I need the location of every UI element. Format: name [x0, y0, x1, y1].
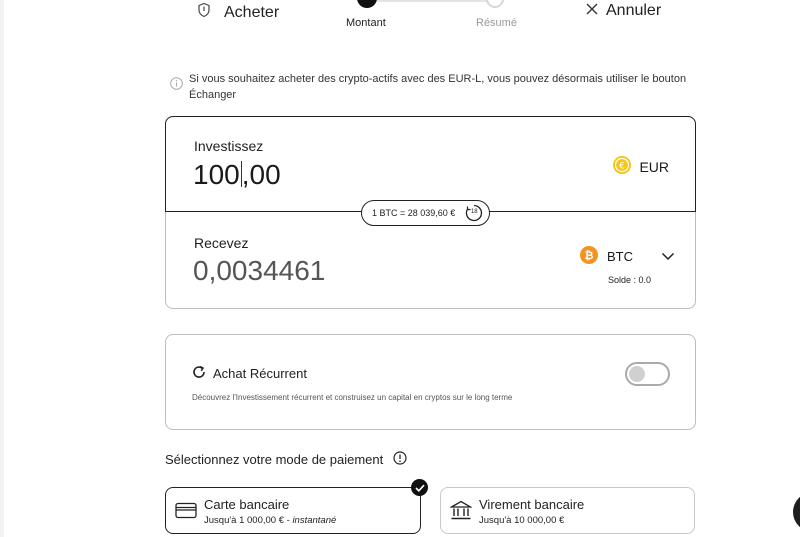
balance-text: Solde : 0.0 [608, 275, 652, 285]
eur-coin-icon: € [612, 155, 632, 178]
recurring-toggle[interactable] [625, 362, 670, 386]
payment-method-card[interactable]: Carte bancaire Jusqu'à 1 000,00 € - inst… [165, 487, 421, 534]
close-icon [586, 2, 598, 20]
receive-currency-selector[interactable]: ₿ BTC [579, 245, 633, 268]
recurring-title-label: Achat Récurrent [213, 366, 307, 381]
left-edge [0, 0, 4, 537]
step-dot-active [357, 0, 377, 8]
invest-amount-int: 100 [193, 159, 240, 190]
payment-method-bank-transfer[interactable]: Virement bancaire Jusqu'à 10 000,00 € [440, 487, 695, 534]
recurring-description: Découvrez l'Investissement récurrent et … [192, 393, 513, 402]
step-label-resume: Résumé [476, 17, 517, 29]
payment-card-limit: Jusqu'à 1 000,00 € - instantané [204, 515, 337, 526]
refresh-icon [192, 365, 206, 382]
cancel-label: Annuler [606, 2, 662, 19]
buy-header: Acheter [196, 2, 279, 23]
payment-card-name: Carte bancaire [204, 497, 290, 512]
bank-transfer-limit: Jusqu'à 10 000,00 € [479, 515, 565, 526]
shield-icon [196, 2, 212, 23]
buy-title: Acheter [224, 3, 280, 21]
toggle-knob [629, 366, 645, 382]
invest-amount-input[interactable]: 100,00 [193, 159, 281, 191]
invest-currency-label: EUR [639, 158, 669, 175]
alert-icon[interactable] [393, 451, 407, 468]
receive-currency-label: BTC [607, 249, 633, 264]
bank-transfer-name: Virement bancaire [479, 497, 585, 512]
receive-amount: 0,0034461 [193, 255, 326, 286]
step-dot-inactive [486, 0, 504, 8]
btc-coin-icon: ₿ [579, 245, 599, 268]
invest-amount-dec: ,00 [241, 159, 281, 190]
progress-stepper: Montant Résumé [340, 0, 530, 34]
info-banner: Si vous souhaitez acheter des crypto-act… [170, 71, 690, 103]
svg-text:₿: ₿ [585, 249, 594, 262]
credit-card-icon [175, 502, 197, 524]
cancel-button[interactable]: Annuler [586, 2, 661, 20]
exchange-rate-pill: 1 BTC = 28 039,60 € 18 [361, 200, 491, 226]
info-text: Si vous souhaitez acheter des crypto-act… [189, 73, 687, 101]
bank-icon [449, 500, 473, 526]
receive-label: Recevez [194, 235, 249, 251]
payment-heading-text: Sélectionnez votre mode de paiement [165, 452, 384, 467]
chevron-down-icon[interactable] [661, 248, 675, 266]
invest-currency: € EUR [612, 155, 669, 178]
payment-card-speed: instantané [292, 515, 337, 526]
refresh-timer-value: 18 [470, 209, 478, 215]
exchange-rate-text: 1 BTC = 28 039,60 € [372, 208, 456, 218]
recurring-title: Achat Récurrent [192, 365, 307, 382]
svg-text:€: € [620, 162, 626, 172]
invest-label: Investissez [194, 138, 264, 154]
chat-widget-button[interactable] [793, 492, 800, 532]
stepper-line [370, 0, 496, 2]
amount-card: Investissez 100,00 € EUR 1 BTC = 28 039,… [165, 116, 696, 309]
selected-check-icon [411, 479, 428, 496]
step-label-montant: Montant [346, 17, 386, 29]
refresh-timer-icon[interactable]: 18 [465, 204, 483, 222]
info-icon [170, 77, 183, 103]
recurring-purchase-card: Achat Récurrent Découvrez l'Investisseme… [165, 334, 696, 430]
payment-method-heading: Sélectionnez votre mode de paiement [165, 451, 407, 468]
